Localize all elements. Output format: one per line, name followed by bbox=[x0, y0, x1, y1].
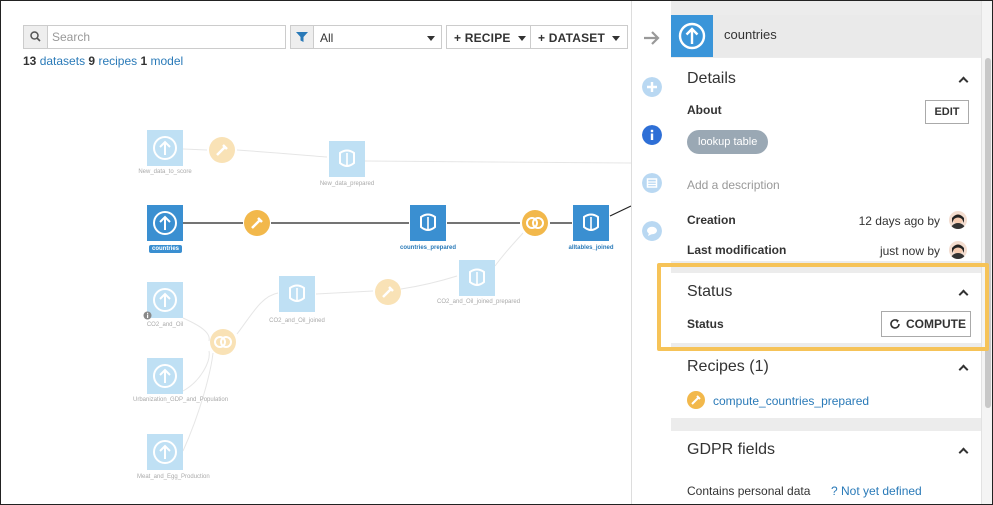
chevron-up-icon[interactable] bbox=[958, 447, 969, 458]
filter-select[interactable]: All bbox=[313, 25, 442, 49]
datasets-count: 13 bbox=[23, 54, 37, 68]
add-description-link[interactable]: Add a description bbox=[687, 178, 780, 192]
status-title: Status bbox=[687, 283, 733, 300]
right-panel: countries Details About Creation 12 days… bbox=[671, 1, 981, 504]
filter-select-value: All bbox=[320, 31, 334, 45]
avatar bbox=[949, 241, 967, 259]
node-label: CO2_and_Oil_joined_prepared bbox=[437, 299, 521, 305]
edit-button[interactable]: EDIT bbox=[925, 100, 969, 124]
recipe-link[interactable]: compute_countries_prepared bbox=[713, 394, 869, 408]
dataset-node-new-data-prepared[interactable] bbox=[329, 141, 365, 177]
node-label: New_data_prepared bbox=[319, 181, 375, 187]
chevron-down-icon bbox=[427, 36, 435, 41]
right-icon-rail bbox=[631, 1, 671, 504]
dataset-node-alltables-joined[interactable] bbox=[573, 205, 609, 241]
tag-lookup-table[interactable]: lookup table bbox=[687, 130, 769, 154]
gdpr-title: GDPR fields bbox=[687, 441, 776, 458]
personal-data-label: Contains personal data bbox=[687, 484, 811, 498]
flow-canvas[interactable]: New_data_to_score New_data_prepared coun… bbox=[1, 81, 631, 504]
creation-label: Creation bbox=[687, 213, 736, 227]
prepare-recipe-node[interactable] bbox=[374, 278, 402, 306]
dataset-upload-icon bbox=[671, 15, 713, 57]
dataset-node-urbanization[interactable] bbox=[147, 358, 183, 394]
node-label: CO2_and_Oil bbox=[146, 322, 184, 328]
node-label: New_data_to_score bbox=[138, 169, 192, 175]
panel-header: countries bbox=[671, 15, 981, 57]
dataset-node-countries-prepared[interactable] bbox=[410, 205, 446, 241]
panel-scrollbar[interactable] bbox=[981, 1, 992, 504]
details-title: Details bbox=[687, 70, 736, 87]
node-label-selected: countries bbox=[149, 245, 183, 253]
add-recipe-label: + RECIPE bbox=[454, 31, 511, 45]
info-icon[interactable] bbox=[143, 311, 152, 320]
chevron-up-icon[interactable] bbox=[958, 289, 969, 300]
recipes-link[interactable]: recipes bbox=[98, 54, 137, 68]
filter-icon[interactable] bbox=[290, 25, 314, 49]
dataset-node-meat-and-egg[interactable] bbox=[147, 434, 183, 470]
prepare-recipe-node[interactable] bbox=[243, 209, 271, 237]
info-circle-icon[interactable] bbox=[642, 125, 662, 145]
dataset-node-new-data-to-score[interactable] bbox=[147, 130, 183, 166]
recipes-title: Recipes (1) bbox=[687, 358, 769, 375]
refresh-icon bbox=[890, 319, 900, 329]
dataset-node-co2-and-oil-joined-prepared[interactable] bbox=[459, 260, 495, 296]
arrow-right-icon[interactable] bbox=[642, 29, 662, 47]
about-label: About bbox=[687, 103, 722, 117]
node-label: CO2_and_Oil_joined bbox=[269, 318, 325, 324]
add-circle-icon[interactable] bbox=[642, 77, 662, 97]
add-dataset-button[interactable]: + DATASET bbox=[530, 25, 629, 49]
prepare-recipe-icon bbox=[687, 391, 705, 409]
search-icon bbox=[24, 26, 48, 48]
dataset-node-co2-and-oil[interactable] bbox=[147, 282, 183, 318]
flow-counts: 13 datasets 9 recipes 1 model bbox=[23, 54, 183, 68]
search-box[interactable] bbox=[23, 25, 286, 49]
node-label: countries_prepared bbox=[399, 245, 457, 251]
datasets-link[interactable]: datasets bbox=[40, 54, 85, 68]
last-modification-value: just now by bbox=[879, 244, 940, 258]
models-count: 1 bbox=[140, 54, 148, 68]
panel-title: countries bbox=[724, 27, 777, 42]
personal-data-value[interactable]: ? Not yet defined bbox=[831, 484, 922, 498]
add-dataset-label: + DATASET bbox=[538, 31, 606, 45]
scrollbar-thumb[interactable] bbox=[985, 58, 991, 408]
chat-icon[interactable] bbox=[642, 221, 662, 241]
compute-button[interactable]: COMPUTE bbox=[881, 311, 971, 337]
dataset-node-co2-and-oil-joined[interactable] bbox=[279, 276, 315, 312]
prepare-recipe-node[interactable] bbox=[208, 136, 236, 164]
join-recipe-node[interactable] bbox=[209, 328, 237, 356]
chevron-up-icon[interactable] bbox=[958, 364, 969, 375]
app-frame: All + RECIPE + DATASET 13 datasets 9 rec… bbox=[0, 0, 993, 505]
avatar bbox=[949, 211, 967, 229]
node-label: alltables_joined bbox=[568, 245, 614, 251]
node-label: Meat_and_Egg_Production bbox=[137, 474, 210, 480]
compute-label: COMPUTE bbox=[906, 317, 966, 331]
dataset-node-countries[interactable] bbox=[147, 205, 183, 241]
creation-value: 12 days ago by bbox=[858, 214, 940, 228]
flow-edges bbox=[182, 148, 631, 452]
status-label: Status bbox=[687, 317, 724, 331]
recipes-count: 9 bbox=[88, 54, 96, 68]
join-recipe-node[interactable] bbox=[521, 209, 549, 237]
chevron-up-icon[interactable] bbox=[958, 76, 969, 87]
details-section: Details About Creation 12 days ago by La… bbox=[671, 58, 981, 261]
node-label: Urbanization_GDP_and_Population bbox=[133, 397, 229, 403]
add-recipe-button[interactable]: + RECIPE bbox=[446, 25, 534, 49]
gdpr-section: GDPR fields Contains personal data ? Not… bbox=[671, 431, 981, 504]
last-modification-label: Last modification bbox=[687, 243, 787, 257]
chevron-down-icon bbox=[612, 36, 621, 42]
chevron-down-icon bbox=[517, 36, 526, 42]
search-input[interactable] bbox=[52, 29, 282, 45]
models-link[interactable]: model bbox=[151, 54, 184, 68]
table-icon[interactable] bbox=[642, 173, 662, 193]
